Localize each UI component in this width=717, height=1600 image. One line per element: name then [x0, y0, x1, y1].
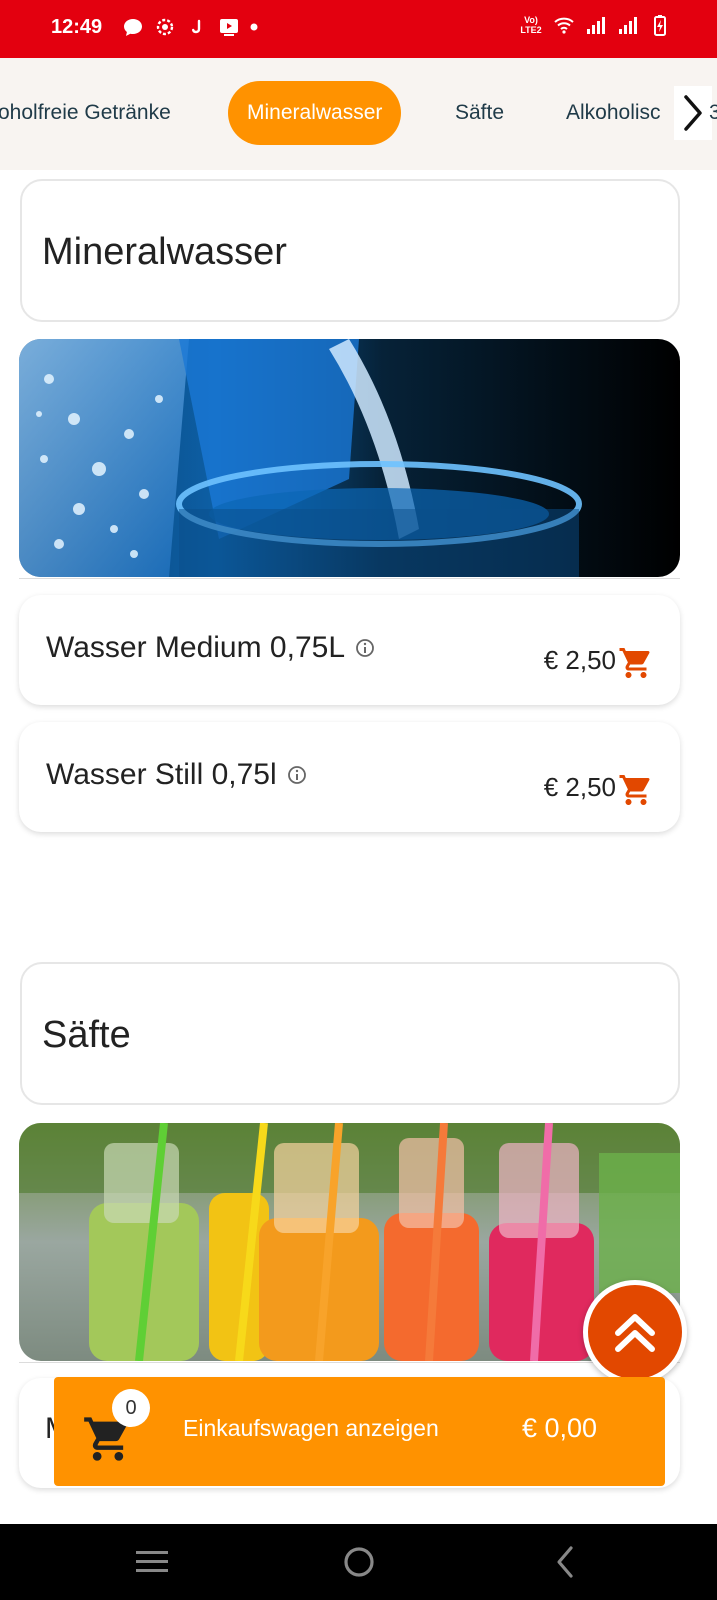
wifi-icon	[554, 17, 574, 34]
status-time: 12:49	[51, 16, 103, 38]
chevron-right-icon	[684, 95, 702, 131]
volte-indicator: Vo) LTE2	[519, 15, 543, 35]
recent-apps-button[interactable]	[132, 1542, 172, 1582]
tab-alkoholische-getraenke[interactable]: Alkoholisc	[566, 81, 661, 145]
product-price: € 2,50	[543, 772, 616, 802]
cart-total: € 0,00	[522, 1413, 598, 1443]
tab-alkoholfreie-getraenke[interactable]: oholfreie Getränke	[0, 81, 171, 145]
volte-label: Vo)	[524, 15, 538, 25]
message-icon	[124, 19, 142, 36]
dot-icon	[250, 23, 258, 31]
view-cart-button[interactable]: 0 Einkaufswagen anzeigen € 0,00	[54, 1377, 665, 1486]
signal-strength-icon-2	[619, 17, 637, 34]
tab-saefte[interactable]: Säfte	[455, 81, 504, 145]
section-header-saefte: Säfte	[20, 962, 680, 1105]
system-navigation-bar	[0, 1524, 717, 1600]
status-system-icons: Vo) LTE2	[519, 14, 671, 36]
banner-image-saefte	[19, 1123, 680, 1361]
tab-mineralwasser[interactable]: Mineralwasser	[228, 81, 402, 145]
app-j-icon	[192, 19, 201, 34]
double-chevron-up-icon	[615, 1314, 655, 1352]
section-divider	[19, 578, 680, 579]
product-name-row: Wasser Medium 0,75L	[46, 631, 375, 665]
home-button[interactable]	[339, 1542, 379, 1582]
tab-overflow-text: 3	[709, 101, 717, 124]
back-button[interactable]	[546, 1542, 586, 1582]
product-card-wasser-medium[interactable]: Wasser Medium 0,75L € 2,50	[19, 595, 680, 705]
cart-count-badge: 0	[112, 1389, 150, 1427]
add-to-cart-icon[interactable]	[618, 645, 654, 681]
category-tab-bar: oholfreie Getränke Mineralwasser Säfte A…	[0, 58, 717, 170]
section-title: Mineralwasser	[42, 231, 287, 273]
section-header-mineralwasser: Mineralwasser	[20, 179, 680, 322]
add-to-cart-icon[interactable]	[618, 772, 654, 808]
home-icon	[344, 1547, 374, 1577]
section-title: Säfte	[42, 1014, 131, 1056]
product-name-row: Wasser Still 0,75l	[46, 758, 307, 792]
status-bar: 12:49 Vo) LTE2	[0, 0, 717, 58]
status-notification-icons	[122, 16, 258, 38]
battery-charging-icon	[654, 15, 666, 36]
juice-bottles-image	[19, 1123, 680, 1361]
app-screen: 12:49 Vo) LTE2 oholfreie Getränke Minera…	[0, 0, 717, 1600]
tab-scroll-next-button[interactable]	[674, 86, 712, 140]
info-icon[interactable]	[355, 638, 375, 658]
menu-icon	[136, 1551, 168, 1572]
info-icon[interactable]	[287, 765, 307, 785]
product-name: Wasser Still 0,75l	[46, 758, 277, 791]
back-icon	[557, 1546, 573, 1578]
settings-gear-icon	[156, 18, 174, 36]
product-card-wasser-still[interactable]: Wasser Still 0,75l € 2,50	[19, 722, 680, 832]
product-name: Wasser Medium 0,75L	[46, 631, 346, 664]
banner-image-mineralwasser	[19, 339, 680, 577]
signal-strength-icon	[587, 17, 605, 34]
lte-label: LTE2	[520, 25, 542, 35]
cart-label: Einkaufswagen anzeigen	[183, 1415, 439, 1441]
section-divider	[19, 1362, 680, 1363]
scroll-to-top-button[interactable]	[583, 1280, 687, 1384]
water-pouring-image	[19, 339, 680, 577]
media-icon	[220, 19, 238, 36]
product-price: € 2,50	[543, 645, 616, 675]
